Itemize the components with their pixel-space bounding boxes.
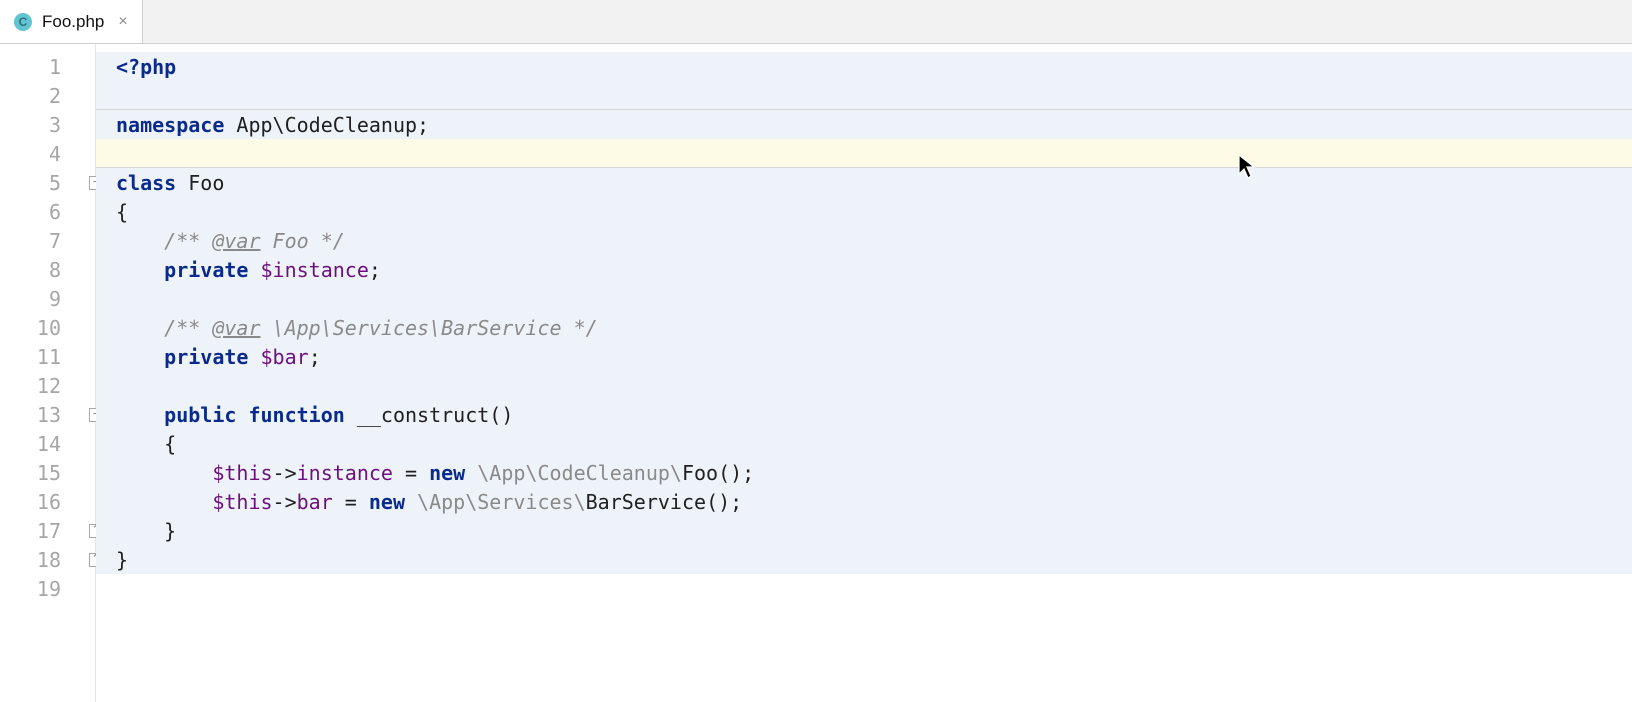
line-number[interactable]: 12	[0, 371, 95, 400]
line-number[interactable]: 19	[0, 574, 95, 603]
code-line[interactable]: private $bar;	[96, 342, 1632, 371]
gutter: 1 2 3 4 5− 6 7 8 9 10 11 12 13− 14 15 16…	[0, 44, 96, 702]
code-line[interactable]: {	[96, 429, 1632, 458]
code-line[interactable]: class Foo	[96, 168, 1632, 197]
close-icon[interactable]: ×	[114, 13, 131, 31]
code-line[interactable]: $this->bar = new \App\Services\BarServic…	[96, 487, 1632, 516]
line-number[interactable]: 10	[0, 313, 95, 342]
line-number[interactable]: 18⌃	[0, 545, 95, 574]
code-line[interactable]	[96, 574, 1632, 603]
code-line[interactable]	[96, 139, 1632, 168]
code-line[interactable]: public function __construct()	[96, 400, 1632, 429]
file-tab[interactable]: C Foo.php ×	[0, 0, 143, 43]
line-number[interactable]: 7	[0, 226, 95, 255]
line-number[interactable]: 4	[0, 139, 95, 168]
code-editor[interactable]: <?php namespace App\CodeCleanup; class F…	[96, 44, 1632, 702]
code-line[interactable]: <?php	[96, 52, 1632, 81]
line-number[interactable]: 6	[0, 197, 95, 226]
line-number[interactable]: 2	[0, 81, 95, 110]
code-line[interactable]: /** @var Foo */	[96, 226, 1632, 255]
code-line[interactable]: }	[96, 545, 1632, 574]
code-line[interactable]: }	[96, 516, 1632, 545]
editor-area: 1 2 3 4 5− 6 7 8 9 10 11 12 13− 14 15 16…	[0, 44, 1632, 702]
line-number[interactable]: 16	[0, 487, 95, 516]
line-number[interactable]: 14	[0, 429, 95, 458]
code-line[interactable]: /** @var \App\Services\BarService */	[96, 313, 1632, 342]
code-line[interactable]	[96, 81, 1632, 110]
line-number[interactable]: 13−	[0, 400, 95, 429]
line-number[interactable]: 1	[0, 52, 95, 81]
line-number[interactable]: 17⌃	[0, 516, 95, 545]
line-number[interactable]: 8	[0, 255, 95, 284]
code-line[interactable]: namespace App\CodeCleanup;	[96, 110, 1632, 139]
line-number[interactable]: 3	[0, 110, 95, 139]
code-line[interactable]	[96, 371, 1632, 400]
line-number[interactable]: 15	[0, 458, 95, 487]
tab-filename: Foo.php	[42, 12, 104, 32]
class-file-icon: C	[14, 13, 32, 31]
line-number[interactable]: 11	[0, 342, 95, 371]
code-line[interactable]: private $instance;	[96, 255, 1632, 284]
code-line[interactable]: $this->instance = new \App\CodeCleanup\F…	[96, 458, 1632, 487]
line-number[interactable]: 9	[0, 284, 95, 313]
line-number[interactable]: 5−	[0, 168, 95, 197]
code-line[interactable]	[96, 284, 1632, 313]
tab-bar: C Foo.php ×	[0, 0, 1632, 44]
code-line[interactable]: {	[96, 197, 1632, 226]
